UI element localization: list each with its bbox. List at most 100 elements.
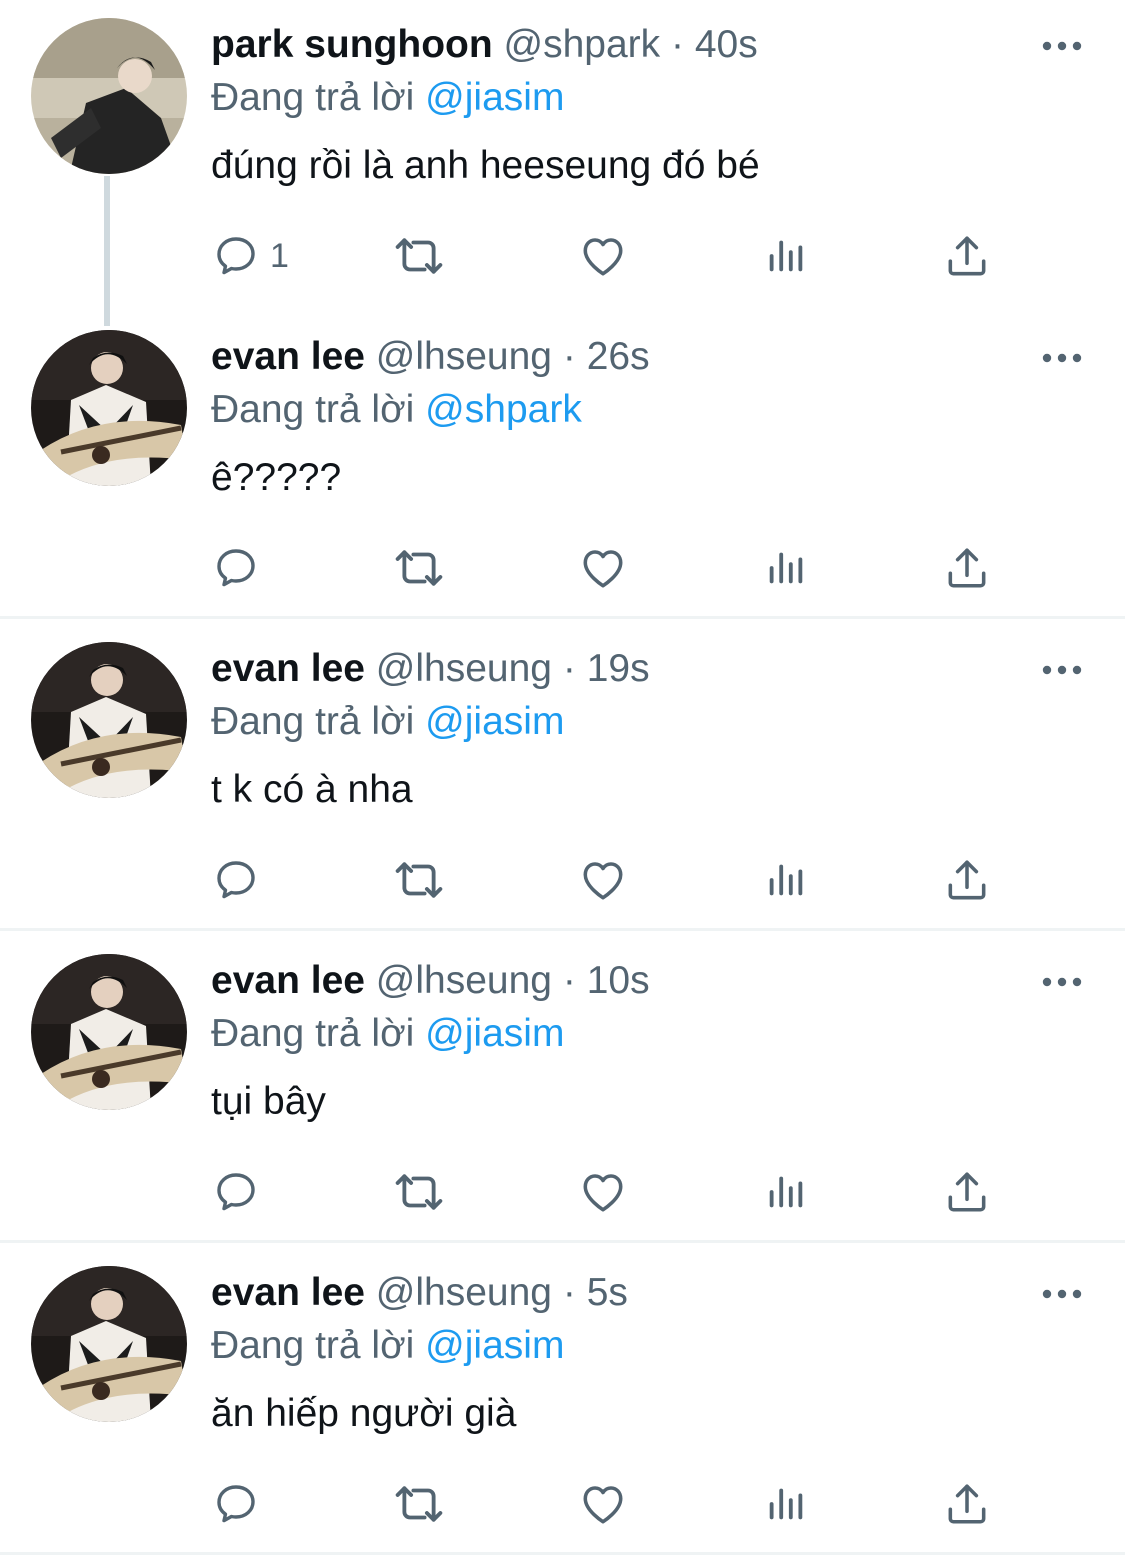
tweet[interactable]: evan lee @lhseung · 19s Đang trả lời @ji… <box>0 624 1125 928</box>
like-icon <box>578 231 628 281</box>
mention-link[interactable]: @jiasim <box>425 700 564 743</box>
replying-to: Đang trả lời @jiasim <box>211 1321 564 1371</box>
more-options-icon[interactable] <box>1040 36 1084 56</box>
views-icon <box>763 545 809 591</box>
tweet[interactable]: park sunghoon @shpark · 40s Đang trả lời… <box>0 0 1125 326</box>
mention-link[interactable]: @shpark <box>425 388 582 431</box>
more-options-icon[interactable] <box>1040 1284 1084 1304</box>
share-button[interactable] <box>942 538 992 598</box>
avatar[interactable] <box>31 1266 187 1422</box>
handle[interactable]: @lhseung <box>376 959 552 1002</box>
tweet-text: t k có à nha <box>211 768 413 811</box>
views-button[interactable] <box>763 226 809 286</box>
like-button[interactable] <box>578 226 628 286</box>
replying-to-label: Đang trả lời <box>211 1012 415 1055</box>
reply-button[interactable] <box>212 850 270 910</box>
display-name[interactable]: evan lee <box>211 335 365 378</box>
retweet-button[interactable] <box>392 1474 446 1534</box>
handle[interactable]: @lhseung <box>376 647 552 690</box>
display-name[interactable]: evan lee <box>211 1271 365 1314</box>
divider <box>0 928 1125 931</box>
replying-to: Đang trả lời @jiasim <box>211 697 564 747</box>
timestamp[interactable]: 5s <box>587 1271 628 1314</box>
avatar[interactable] <box>31 330 187 486</box>
handle[interactable]: @shpark <box>504 23 661 66</box>
avatar[interactable] <box>31 18 187 174</box>
timestamp[interactable]: 10s <box>587 959 650 1002</box>
replying-to-label: Đang trả lời <box>211 388 415 431</box>
reply-button[interactable] <box>212 1474 270 1534</box>
avatar-photo <box>31 954 187 1110</box>
tweet[interactable]: evan lee @lhseung · 10s Đang trả lời @ji… <box>0 936 1125 1240</box>
more-options-icon[interactable] <box>1040 972 1084 992</box>
tweet-header: evan lee @lhseung · 26s <box>211 332 650 382</box>
replying-to-label: Đang trả lời <box>211 700 415 743</box>
views-icon <box>763 1481 809 1527</box>
more-options-icon[interactable] <box>1040 660 1084 680</box>
divider <box>0 1552 1125 1555</box>
tweet-text: ăn hiếp người già <box>211 1392 517 1435</box>
share-icon <box>942 231 992 281</box>
share-button[interactable] <box>942 1474 992 1534</box>
like-button[interactable] <box>578 1474 628 1534</box>
separator: · <box>562 647 576 690</box>
mention-link[interactable]: @jiasim <box>425 1324 564 1367</box>
tweet-text: tụi bây <box>211 1080 326 1123</box>
like-button[interactable] <box>578 850 628 910</box>
views-button[interactable] <box>763 1162 809 1222</box>
reply-button[interactable]: 1 <box>212 226 289 286</box>
share-icon <box>942 1479 992 1529</box>
retweet-button[interactable] <box>392 1162 446 1222</box>
views-button[interactable] <box>763 1474 809 1534</box>
replying-to: Đang trả lời @jiasim <box>211 73 564 123</box>
separator: · <box>562 959 576 1002</box>
display-name[interactable]: evan lee <box>211 959 365 1002</box>
reply-button[interactable] <box>212 1162 270 1222</box>
reply-icon <box>212 232 260 280</box>
mention-link[interactable]: @jiasim <box>425 1012 564 1055</box>
more-options-icon[interactable] <box>1040 348 1084 368</box>
like-button[interactable] <box>578 538 628 598</box>
like-button[interactable] <box>578 1162 628 1222</box>
views-button[interactable] <box>763 850 809 910</box>
retweet-button[interactable] <box>392 850 446 910</box>
share-icon <box>942 855 992 905</box>
action-bar <box>0 538 1125 598</box>
retweet-button[interactable] <box>392 226 446 286</box>
replying-to: Đang trả lời @jiasim <box>211 1009 564 1059</box>
separator: · <box>562 335 576 378</box>
display-name[interactable]: park sunghoon <box>211 23 493 66</box>
tweet[interactable]: evan lee @lhseung · 26s Đang trả lời @sh… <box>0 312 1125 616</box>
mention-link[interactable]: @jiasim <box>425 76 564 119</box>
separator: · <box>671 23 685 66</box>
separator: · <box>562 1271 576 1314</box>
views-icon <box>763 857 809 903</box>
handle[interactable]: @lhseung <box>376 1271 552 1314</box>
timestamp[interactable]: 40s <box>695 23 758 66</box>
divider <box>0 616 1125 619</box>
tweet-header: evan lee @lhseung · 19s <box>211 644 650 694</box>
retweet-icon <box>392 1477 446 1531</box>
share-button[interactable] <box>942 226 992 286</box>
display-name[interactable]: evan lee <box>211 647 365 690</box>
share-button[interactable] <box>942 1162 992 1222</box>
handle[interactable]: @lhseung <box>376 335 552 378</box>
tweet-text: ê????? <box>211 456 342 499</box>
retweet-button[interactable] <box>392 538 446 598</box>
tweet-thread: park sunghoon @shpark · 40s Đang trả lời… <box>0 0 1125 1561</box>
action-bar: 1 <box>0 226 1125 286</box>
share-button[interactable] <box>942 850 992 910</box>
timestamp[interactable]: 19s <box>587 647 650 690</box>
reply-icon <box>212 1168 260 1216</box>
avatar[interactable] <box>31 642 187 798</box>
retweet-icon <box>392 1165 446 1219</box>
reply-button[interactable] <box>212 538 270 598</box>
avatar-photo <box>31 18 187 174</box>
views-icon <box>763 1169 809 1215</box>
tweet[interactable]: evan lee @lhseung · 5s Đang trả lời @jia… <box>0 1248 1125 1552</box>
avatar[interactable] <box>31 954 187 1110</box>
share-icon <box>942 1167 992 1217</box>
share-icon <box>942 543 992 593</box>
timestamp[interactable]: 26s <box>587 335 650 378</box>
views-button[interactable] <box>763 538 809 598</box>
